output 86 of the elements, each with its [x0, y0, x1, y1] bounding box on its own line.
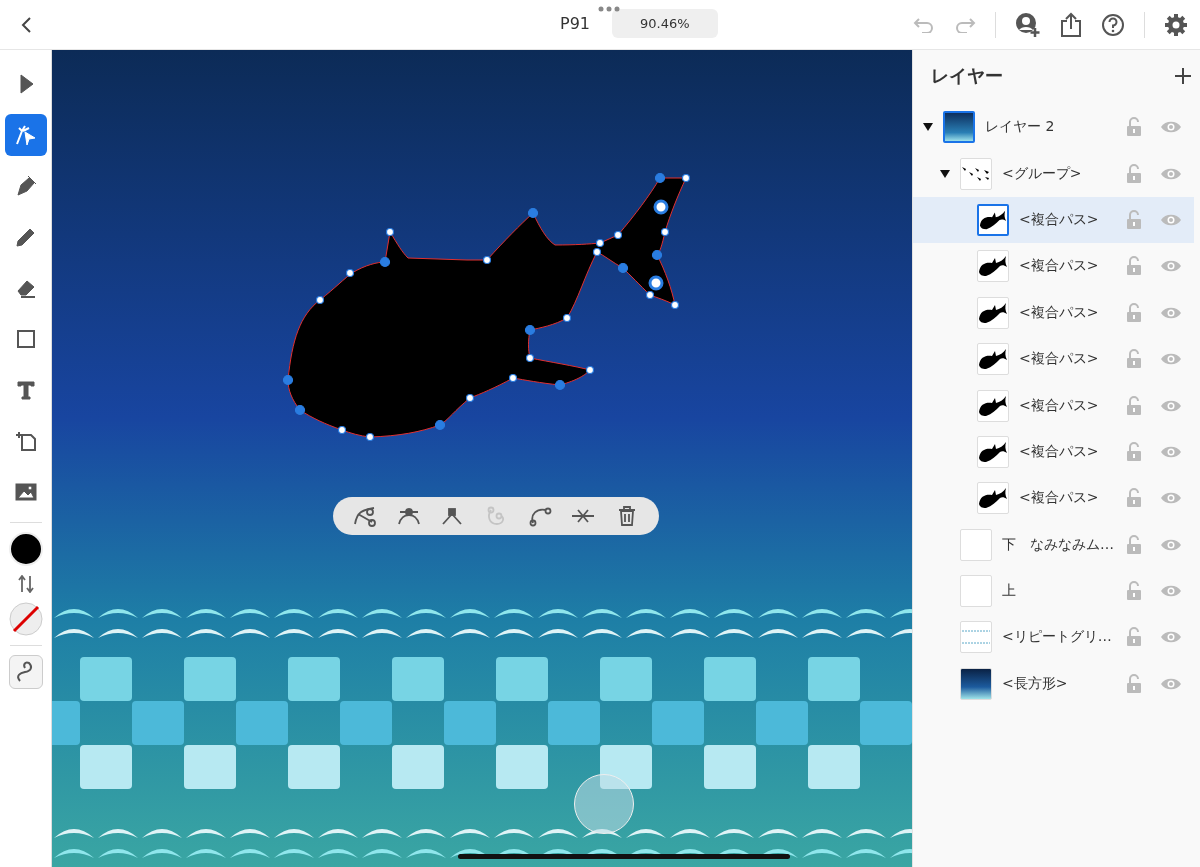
- share-icon[interactable]: [1060, 11, 1082, 38]
- visibility-eye-icon[interactable]: [1160, 305, 1182, 320]
- layer-row[interactable]: <複合パス>: [913, 428, 1194, 476]
- disclosure-triangle-icon[interactable]: [923, 123, 933, 132]
- layer-row[interactable]: <複合パス>: [913, 243, 1194, 290]
- zoom-level[interactable]: 90.46%: [612, 9, 718, 38]
- blank-thumbnail: [960, 575, 992, 608]
- visibility-eye-icon[interactable]: [1160, 259, 1182, 274]
- path-mode-icon[interactable]: [8, 655, 43, 689]
- layer-row[interactable]: <複合パス>: [913, 335, 1194, 383]
- unlock-icon[interactable]: [1126, 349, 1142, 370]
- fish-thumbnail: [977, 435, 1009, 468]
- layer-thumbnail: [943, 111, 975, 144]
- visibility-eye-icon[interactable]: [1160, 352, 1182, 367]
- blank-thumbnail: [960, 528, 992, 561]
- layer-row[interactable]: <リピートグリ…: [913, 614, 1194, 661]
- more-icon[interactable]: [598, 6, 620, 12]
- undo-icon[interactable]: [913, 16, 935, 33]
- layer-row[interactable]: レイヤー 2: [913, 104, 1194, 151]
- fish-thumbnail: [977, 296, 1009, 329]
- fish-thumbnail: [977, 482, 1009, 515]
- unlock-icon[interactable]: [1126, 302, 1142, 323]
- layer-row[interactable]: <複合パス>: [913, 382, 1194, 429]
- layer-name: <複合パス>: [1019, 350, 1100, 369]
- disclosure-triangle-icon[interactable]: [940, 169, 950, 178]
- fish-thumbnail: [977, 203, 1009, 236]
- unlock-icon[interactable]: [1126, 209, 1142, 230]
- rect-thumbnail: [960, 667, 992, 700]
- document-title: P91: [560, 14, 590, 33]
- layer-name: <複合パス>: [1019, 489, 1100, 508]
- layer-name: 上: [1002, 582, 1017, 601]
- unlock-icon[interactable]: [1126, 256, 1142, 277]
- add-layer-icon[interactable]: [1174, 67, 1192, 85]
- unlock-icon[interactable]: [1126, 163, 1142, 184]
- layer-name: <グループ>: [1002, 164, 1083, 183]
- visibility-eye-icon[interactable]: [1160, 444, 1182, 459]
- unlock-icon[interactable]: [1126, 581, 1142, 602]
- layer-name: レイヤー 2: [985, 118, 1056, 137]
- unlock-icon[interactable]: [1126, 488, 1142, 509]
- fish-thumbnail: [977, 389, 1009, 422]
- redo-icon[interactable]: [954, 16, 976, 33]
- swap-icon[interactable]: [17, 575, 34, 593]
- user-add-icon[interactable]: [1015, 11, 1041, 38]
- layer-row[interactable]: <長方形>: [913, 660, 1194, 708]
- layer-row[interactable]: 上: [913, 567, 1194, 615]
- layer-name: <複合パス>: [1019, 210, 1100, 229]
- layer-row[interactable]: <複合パス>: [913, 289, 1194, 336]
- layer-row[interactable]: <複合パス>: [913, 196, 1194, 244]
- unlock-icon[interactable]: [1126, 673, 1142, 694]
- visibility-eye-icon[interactable]: [1160, 398, 1182, 413]
- cut-point-icon[interactable]: [351, 504, 378, 528]
- layer-name: <複合パス>: [1019, 303, 1100, 322]
- visibility-eye-icon[interactable]: [1160, 630, 1182, 645]
- visibility-eye-icon[interactable]: [1160, 166, 1182, 181]
- visibility-eye-icon[interactable]: [1160, 212, 1182, 227]
- layer-name: <長方形>: [1002, 674, 1069, 693]
- whale-shark-path-drawing[interactable]: [282, 172, 691, 442]
- help-icon[interactable]: [1101, 12, 1125, 37]
- fish-thumbnail: [977, 250, 1009, 283]
- canvas-handle[interactable]: [574, 774, 634, 834]
- fill-color-swatch[interactable]: [8, 532, 43, 566]
- group-thumbnail: [960, 157, 992, 190]
- unlock-icon[interactable]: [1126, 395, 1142, 416]
- grid-thumbnail: [960, 621, 992, 654]
- layer-row[interactable]: <グループ>: [913, 150, 1194, 197]
- visibility-eye-icon[interactable]: [1160, 537, 1182, 552]
- visibility-eye-icon[interactable]: [1160, 584, 1182, 599]
- layer-name: <複合パス>: [1019, 257, 1100, 276]
- layer-name: <複合パス>: [1019, 396, 1100, 415]
- unlock-icon[interactable]: [1126, 627, 1142, 648]
- unlock-icon[interactable]: [1126, 534, 1142, 555]
- panel-title: レイヤー: [931, 64, 1003, 88]
- direct-tool[interactable]: [4, 114, 47, 156]
- unlock-icon[interactable]: [1126, 441, 1142, 462]
- settings-icon[interactable]: [1164, 12, 1188, 37]
- layer-name: <複合パス>: [1019, 442, 1100, 461]
- fish-thumbnail: [977, 343, 1009, 376]
- visibility-eye-icon[interactable]: [1160, 120, 1182, 135]
- layer-row[interactable]: 下 なみなみム…: [913, 521, 1194, 568]
- unlock-icon[interactable]: [1126, 117, 1142, 138]
- stroke-none-swatch[interactable]: [8, 602, 43, 636]
- visibility-eye-icon[interactable]: [1160, 676, 1182, 691]
- layer-row[interactable]: <複合パス>: [913, 475, 1194, 522]
- layer-name: <リピートグリ…: [1002, 628, 1113, 647]
- layer-name: 下 なみなみム…: [1002, 535, 1115, 554]
- visibility-eye-icon[interactable]: [1160, 491, 1182, 506]
